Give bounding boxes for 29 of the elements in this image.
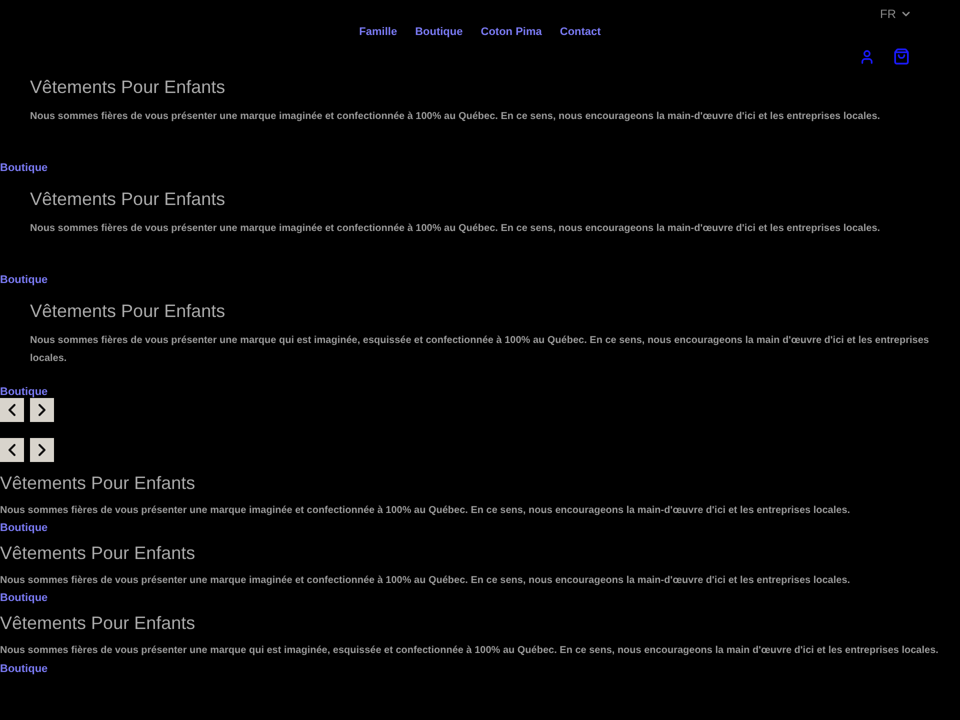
previous-button[interactable]	[0, 438, 24, 462]
slide-description: Nous sommes fières de vous présenter une marque imaginée et confectionnée à 100% au Québec. En ce sens, nous encourageons la main-d'œuvre d'ici et les entreprises locales.	[29, 222, 882, 236]
slide-title: Vêtements Pour Enfants	[29, 76, 226, 98]
slide-title: Vêtements Pour Enfants	[0, 612, 196, 634]
slide-description: Nous sommes fières de vous présenter une marque imaginée et confectionnée à 100% au Québec. En ce sens, nous encourageons la main-d'œuvre d'ici et les entreprises locales.	[0, 504, 852, 518]
nav-link[interactable]: Famille	[359, 24, 398, 40]
nav-link[interactable]: Coton Pima	[480, 24, 542, 40]
slide-description: Nous sommes fières de vous présenter une marque qui est imaginée, esquissée et confectionnée à 100% au Québec. En ce sens, nous encourageons la main d'œuvre d'ici et les entreprises locales.	[0, 645, 938, 656]
shop-link[interactable]: Boutique	[0, 160, 48, 176]
slide-title: Vêtements Pour Enfants	[29, 188, 226, 210]
nav-link[interactable]: Contact	[560, 24, 601, 40]
language-selector[interactable]: FR	[880, 5, 912, 23]
slide-title: Vêtements Pour Enfants	[0, 542, 196, 564]
shop-link[interactable]: Boutique	[0, 272, 48, 288]
slide-title: Vêtements Pour Enfants	[29, 300, 226, 322]
slide-description: Nous sommes fières de vous présenter une marque imaginée et confectionnée à 100% au Québec. En ce sens, nous encourageons la main-d'œuvre d'ici et les entreprises locales.	[29, 110, 882, 124]
nav-link[interactable]: Boutique	[415, 24, 463, 40]
shop-link[interactable]: Boutique	[0, 590, 48, 606]
shop-link[interactable]: Boutique	[0, 384, 48, 400]
next-button[interactable]	[30, 438, 54, 462]
slide-title: Vêtements Pour Enfants	[0, 472, 196, 494]
previous-button[interactable]	[0, 398, 24, 422]
shop-link[interactable]: Boutique	[0, 663, 48, 675]
cart-icon[interactable]	[893, 48, 910, 65]
shop-link[interactable]: Boutique	[0, 520, 48, 536]
account-icon[interactable]	[859, 49, 875, 65]
next-button[interactable]	[30, 398, 54, 422]
slide-description: Nous sommes fières de vous présenter une marque imaginée et confectionnée à 100% au Québec. En ce sens, nous encourageons la main-d'œuvre d'ici et les entreprises locales.	[0, 574, 852, 588]
slide-description: Nous sommes fières de vous présenter une marque qui est imaginée, esquissée et confectionnée à 100% au Québec. En ce sens, nous encourageons la main d'œuvre d'ici et les entreprises locales.	[29, 334, 930, 366]
